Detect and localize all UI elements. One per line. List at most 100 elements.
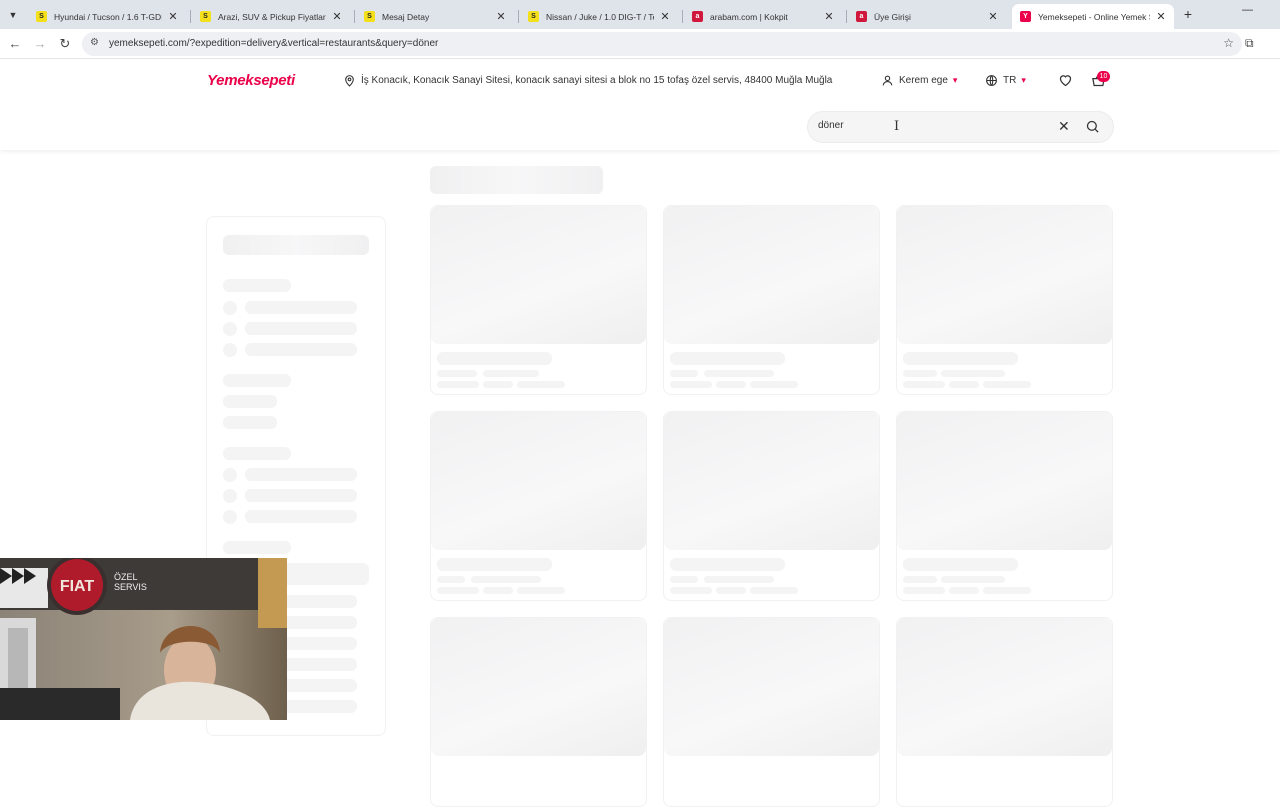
tab-close-icon[interactable]: ✕: [986, 10, 1000, 23]
skeleton-bar: [245, 322, 357, 335]
window-minimize-icon[interactable]: —: [1242, 4, 1253, 16]
tab-close-icon[interactable]: ✕: [822, 10, 836, 23]
site-info-icon[interactable]: ⚙: [90, 37, 99, 48]
favorites-heart-icon[interactable]: [1058, 73, 1073, 88]
reload-icon[interactable]: ↻: [57, 36, 73, 52]
language-selector[interactable]: TR ▾: [985, 74, 1026, 87]
restaurant-card-skeleton: [896, 411, 1113, 601]
skeleton-bar: [670, 381, 712, 388]
skeleton-bar: [223, 447, 291, 460]
skeleton-bar: [483, 370, 539, 377]
search-box[interactable]: I ✕: [807, 111, 1114, 143]
tab-close-icon[interactable]: ✕: [658, 10, 672, 23]
tab-separator: [354, 10, 355, 23]
tab-hyundai-tucson[interactable]: S Hyundai / Tucson / 1.6 T-GDI / ✕: [28, 4, 186, 29]
skeleton-bar: [471, 576, 541, 583]
tab-close-icon[interactable]: ✕: [330, 10, 344, 23]
tab-title: arabam.com | Kokpit: [710, 11, 788, 22]
skeleton-dot: [223, 510, 237, 524]
skeleton-bar: [483, 381, 513, 388]
skeleton-bar: [245, 343, 357, 356]
tab-nissan-juke[interactable]: S Nissan / Juke / 1.0 DIG-T / Tekn ✕: [520, 4, 678, 29]
new-tab-plus-icon[interactable]: +: [1180, 6, 1196, 22]
tab-search-chevron-icon[interactable]: ▼: [4, 6, 22, 24]
skeleton-bar: [223, 416, 277, 429]
skeleton-bar: [245, 489, 357, 502]
chevron-down-icon: ▾: [952, 75, 958, 85]
skeleton-bar: [670, 558, 785, 571]
skeleton-bar: [983, 381, 1031, 388]
tab-arazi-suv[interactable]: S Arazi, SUV & Pickup Fiyatları & ✕: [192, 4, 350, 29]
skeleton-bar: [903, 381, 945, 388]
tab-close-icon[interactable]: ✕: [494, 10, 508, 23]
restaurant-card-skeleton: [430, 617, 647, 807]
language-code: TR: [1003, 75, 1017, 86]
webcam-sign-caption-2: SERVIS: [114, 582, 147, 592]
tab-favicon-icon: a: [856, 11, 867, 22]
skeleton-card-image: [664, 618, 879, 756]
user-name: Kerem ege: [899, 75, 948, 86]
skeleton-bar: [223, 541, 291, 554]
skeleton-bar: [903, 370, 937, 377]
skeleton-dot: [223, 468, 237, 482]
tab-close-icon[interactable]: ✕: [166, 10, 180, 23]
tab-arabam-kokpit[interactable]: a arabam.com | Kokpit ✕: [684, 4, 842, 29]
tab-close-icon[interactable]: ✕: [1154, 10, 1168, 23]
tab-separator: [846, 10, 847, 23]
skeleton-bar: [245, 301, 357, 314]
skeleton-card-image: [664, 412, 879, 550]
restaurant-card-skeleton: [896, 617, 1113, 807]
location-pin-icon: [345, 75, 354, 87]
tab-yemeksepeti[interactable]: Y Yemeksepeti - Online Yemek Si ✕: [1012, 4, 1174, 29]
yemeksepeti-logo[interactable]: Yemeksepeti: [207, 72, 295, 89]
restaurant-card-skeleton: [430, 205, 647, 395]
skeleton-bar: [223, 279, 291, 292]
skeleton-dot: [223, 322, 237, 336]
tab-uye-girisi[interactable]: a Üye Girişi ✕: [848, 4, 1006, 29]
skeleton-card-image: [431, 618, 646, 756]
skeleton-bar: [670, 352, 785, 365]
tab-favicon-icon: Y: [1020, 11, 1031, 22]
skeleton-bar: [941, 370, 1005, 377]
skeleton-bar: [245, 510, 357, 523]
back-arrow-icon[interactable]: ←: [7, 36, 23, 52]
skeleton-dot: [223, 489, 237, 503]
chevron-down-icon: ▾: [1021, 75, 1026, 85]
browser-toolbar: ← → ↻ ⚙ yemeksepeti.com/?expedition=deli…: [0, 29, 1280, 59]
skeleton-bar: [716, 381, 746, 388]
tab-favicon-icon: S: [528, 11, 539, 22]
skeleton-bar: [949, 587, 979, 594]
clear-search-icon[interactable]: ✕: [1058, 118, 1070, 135]
address-bar-url[interactable]: yemeksepeti.com/?expedition=delivery&ver…: [109, 38, 438, 49]
tab-favicon-icon: S: [364, 11, 375, 22]
skeleton-card-image: [897, 618, 1112, 756]
skeleton-bar: [704, 370, 774, 377]
extensions-puzzle-icon[interactable]: ⧉: [1245, 36, 1254, 51]
skeleton-bar: [517, 381, 565, 388]
forward-arrow-icon[interactable]: →: [32, 36, 48, 52]
bookmark-star-icon[interactable]: ☆: [1223, 36, 1234, 50]
user-menu[interactable]: Kerem ege ▾: [881, 74, 957, 87]
skeleton-bar: [437, 381, 479, 388]
skeleton-bar: [903, 558, 1018, 571]
skeleton-bar: [223, 374, 291, 387]
tab-favicon-icon: a: [692, 11, 703, 22]
skeleton-dot: [223, 301, 237, 315]
tab-title: Nissan / Juke / 1.0 DIG-T / Tekn: [546, 11, 654, 22]
skeleton-bar: [245, 468, 357, 481]
skeleton-bar: [716, 587, 746, 594]
tab-mesaj-detay[interactable]: S Mesaj Detay ✕: [356, 4, 514, 29]
restaurant-card-skeleton: [663, 617, 880, 807]
address-bar[interactable]: ⚙ yemeksepeti.com/?expedition=delivery&v…: [82, 32, 1242, 56]
cart-count-badge: 10: [1097, 71, 1110, 82]
search-input[interactable]: [818, 120, 1048, 131]
skeleton-bar: [983, 587, 1031, 594]
search-icon[interactable]: [1085, 119, 1100, 134]
browser-tab-bar: ▼ S Hyundai / Tucson / 1.6 T-GDI / ✕ S A…: [0, 0, 1280, 29]
tab-separator: [518, 10, 519, 23]
delivery-address[interactable]: İş Konacık, Konacık Sanayi Sitesi, konac…: [343, 74, 832, 87]
skeleton-bar: [903, 352, 1018, 365]
skeleton-bar: [670, 576, 698, 583]
tab-favicon-icon: S: [200, 11, 211, 22]
skeleton-card-image: [664, 206, 879, 344]
